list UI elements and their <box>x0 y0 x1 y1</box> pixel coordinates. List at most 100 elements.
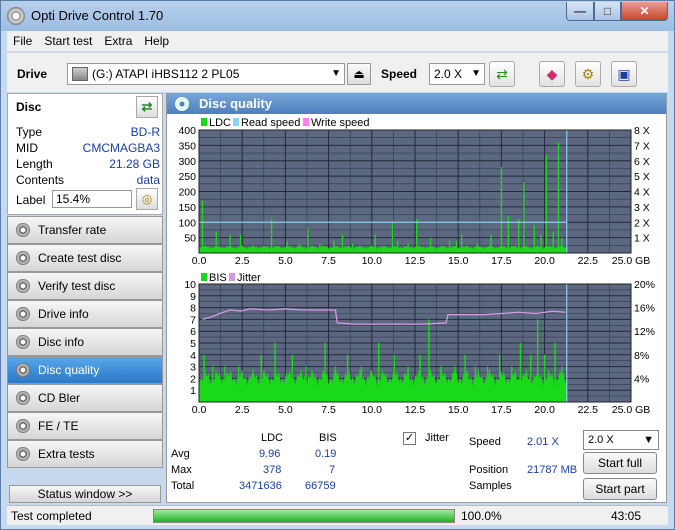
minimize-button[interactable]: — <box>566 2 594 21</box>
eraser-icon: ◆ <box>546 65 558 82</box>
menu-bar: File Start test Extra Help <box>7 31 668 51</box>
eject-button[interactable]: ⏏ <box>347 63 371 85</box>
x-tick-label: 22.5 <box>578 255 599 267</box>
disc-panel-title: Disc <box>16 100 42 114</box>
progress-fill <box>154 510 454 522</box>
app-window: Opti Drive Control 1.70 — □ ✕ File Start… <box>0 0 675 530</box>
stats-row-label: Total <box>171 480 195 492</box>
settings-button[interactable]: ⚙ <box>575 61 601 87</box>
y-tick-label: 150 <box>178 202 196 214</box>
x-tick-label: 22.5 <box>578 404 599 416</box>
start-part-button[interactable]: Start part <box>583 478 657 500</box>
test-speed-select[interactable]: 2.0 X ▼ <box>583 430 659 450</box>
stats-col-bis: BIS <box>319 432 337 444</box>
disc-icon <box>16 279 30 293</box>
menu-extra[interactable]: Extra <box>104 34 132 48</box>
y-tick-label: 5 <box>190 338 196 350</box>
speed-select-value: 2.0 X <box>434 67 463 81</box>
close-button[interactable]: ✕ <box>621 2 668 21</box>
y2-tick-label: 4% <box>634 373 649 385</box>
sidebar-item-disc-info[interactable]: Disc info <box>7 328 163 356</box>
status-window-button[interactable]: Status window >> <box>9 485 161 503</box>
menu-start-test[interactable]: Start test <box>44 34 92 48</box>
disc-icon <box>16 419 30 433</box>
speed-select[interactable]: 2.0 X ▼ <box>429 63 485 85</box>
y2-tick-label: 8 X <box>634 125 650 137</box>
save-button[interactable]: ▣ <box>611 61 637 87</box>
status-bar: Test completed 100.0% 43:05 <box>7 505 668 525</box>
disc-info-panel: Disc ⇄ Type BD-R MID CMCMAGBA3 Length 21.28… <box>7 93 163 215</box>
x-tick-label: 25.0 GB <box>612 255 651 267</box>
y-tick-label: 7 <box>190 314 196 326</box>
y2-tick-label: 3 X <box>634 202 650 214</box>
y-tick-label: 10 <box>184 279 196 291</box>
disc-refresh-button[interactable]: ⇄ <box>136 96 158 118</box>
y2-tick-label: 7 X <box>634 140 650 152</box>
disc-quality-panel: Disc quality 0.0 2.5 5.0 7.5 10.0 12.5 15.0 17.… <box>166 93 667 503</box>
y-tick-label: 9 <box>190 291 196 303</box>
sidebar-item-cd-bler[interactable]: CD Bler <box>7 384 163 412</box>
elapsed-time: 43:05 <box>611 509 642 523</box>
y-tick-label: 3 <box>190 362 196 374</box>
disc-icon <box>16 391 30 405</box>
sidebar-item-extra-tests[interactable]: Extra tests <box>7 440 163 468</box>
maximize-button[interactable]: □ <box>594 2 621 21</box>
y-tick-label: 400 <box>178 125 196 137</box>
sidebar-item-disc-quality[interactable]: Disc quality <box>7 356 163 384</box>
test-speed-value: 2.0 X <box>588 434 614 446</box>
disc-quality-icon <box>175 97 189 111</box>
menu-file[interactable]: File <box>13 34 32 48</box>
y-tick-label: 100 <box>178 217 196 229</box>
y-tick-label: 200 <box>178 187 196 199</box>
menu-help[interactable]: Help <box>144 34 169 48</box>
disc-label-key: Label <box>16 193 46 207</box>
sidebar-item-label: FE / TE <box>38 419 79 433</box>
sidebar-item-drive-info[interactable]: Drive info <box>7 300 163 328</box>
samples-label: Samples <box>469 480 512 492</box>
stats-max-ldc: 378 <box>263 464 282 476</box>
gears-icon: ⚙ <box>581 65 595 82</box>
x-tick-label: 2.5 <box>235 404 250 416</box>
stats-row-label: Max <box>171 464 192 476</box>
x-tick-label: 7.5 <box>321 404 336 416</box>
x-tick-label: 17.5 <box>491 255 512 267</box>
disc-icon <box>16 363 30 377</box>
stats-avg-ldc: 9.96 <box>259 448 281 460</box>
jitter-checkbox[interactable]: ✓ <box>403 432 416 445</box>
position-value: 21787 MB <box>527 464 578 476</box>
y-tick-label: 1 <box>190 385 196 397</box>
disc-label-button[interactable]: ◎ <box>136 188 158 210</box>
panel-header: Disc quality <box>167 94 666 114</box>
close-icon: ✕ <box>639 4 650 18</box>
drive-icon <box>72 67 88 81</box>
erase-button[interactable]: ◆ <box>539 61 565 87</box>
y-tick-label: 350 <box>178 140 196 152</box>
x-tick-label: 15.0 <box>448 404 469 416</box>
eject-icon: ⏏ <box>353 67 365 81</box>
y-tick-label: 300 <box>178 156 196 168</box>
disc-icon <box>16 223 30 237</box>
disc-icon <box>16 335 30 349</box>
sidebar-item-transfer-rate[interactable]: Transfer rate <box>7 216 163 244</box>
minimize-icon: — <box>574 4 586 18</box>
refresh-speed-button[interactable]: ⇄ <box>489 61 515 87</box>
speed-stat-label: Speed <box>469 436 501 448</box>
title-bar: Opti Drive Control 1.70 — □ ✕ <box>1 1 674 31</box>
y2-tick-label: 5 X <box>634 171 650 183</box>
start-full-button[interactable]: Start full <box>583 452 657 474</box>
y-tick-label: 8 <box>190 303 196 315</box>
disc-icon <box>16 251 30 265</box>
sidebar-item-label: Disc info <box>38 335 85 349</box>
y2-tick-label: 1 X <box>634 233 650 245</box>
sidebar-item-verify-test-disc[interactable]: Verify test disc <box>7 272 163 300</box>
disc-label-field[interactable]: 15.4% <box>52 190 132 208</box>
sidebar-item-fe-te[interactable]: FE / TE <box>7 412 163 440</box>
drive-select[interactable]: (G:) ATAPI iHBS112 2 PL05 ▼ <box>67 63 345 85</box>
chevron-down-icon: ▼ <box>331 68 341 79</box>
speed-label: Speed <box>381 67 418 81</box>
x-tick-label: 0.0 <box>192 404 207 416</box>
stats-row-label: Avg <box>171 448 190 460</box>
x-tick-label: 12.5 <box>405 404 426 416</box>
sidebar-item-label: Drive info <box>38 307 89 321</box>
sidebar-item-create-test-disc[interactable]: Create test disc <box>7 244 163 272</box>
